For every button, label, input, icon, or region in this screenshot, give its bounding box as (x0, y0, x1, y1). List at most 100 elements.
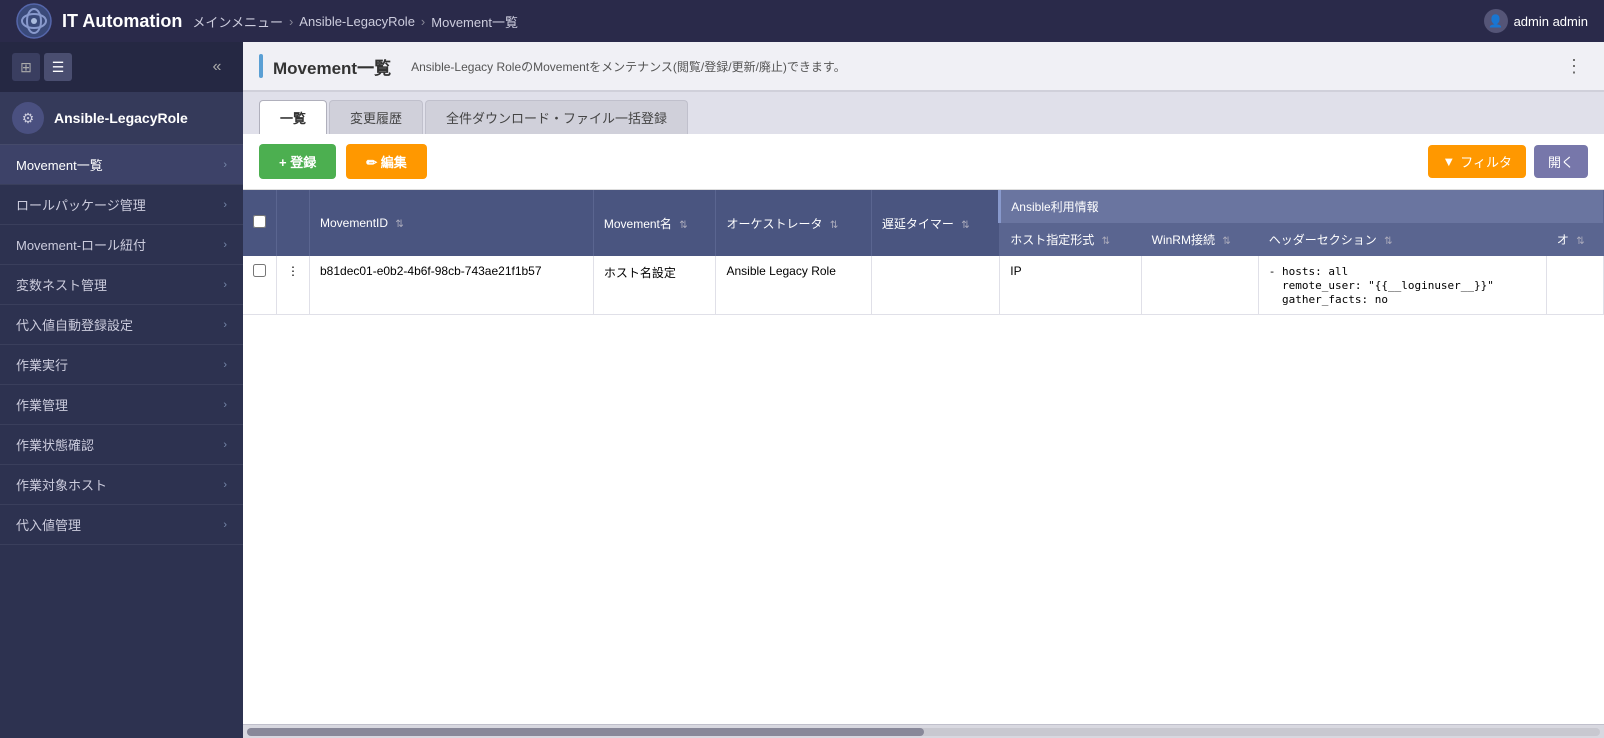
horizontal-scrollbar[interactable] (243, 724, 1604, 738)
col-header-delay-timer[interactable]: 遅延タイマー ⇅ (871, 190, 999, 256)
scrollbar-thumb[interactable] (247, 728, 924, 736)
page-desc: Ansible-Legacy RoleのMovementをメンテナンス(閲覧/登… (411, 58, 846, 75)
sidebar-item-label-3: 変数ネスト管理 (16, 275, 107, 294)
filter-button[interactable]: ▼ フィルタ (1428, 145, 1526, 178)
row-menu-icon-0[interactable]: ⋮ (287, 264, 299, 278)
sidebar-item-label-6: 作業管理 (16, 395, 68, 414)
sidebar-item-input-value[interactable]: 代入値管理 › (0, 505, 243, 545)
sidebar-item-label-9: 代入値管理 (16, 515, 81, 534)
user-name: admin admin (1514, 14, 1588, 29)
table-body: ⋮ b81dec01-e0b2-4b6f-98cb-743ae21f1b57 ホ… (243, 256, 1604, 315)
col-label-extra: オ (1557, 233, 1569, 247)
chevron-right-icon-7: › (223, 439, 227, 451)
sidebar-item-auto-reg[interactable]: 代入値自動登録設定 › (0, 305, 243, 345)
col-header-movement-name[interactable]: Movement名 ⇅ (593, 190, 716, 256)
sidebar-item-movement-role[interactable]: Movement-ロール紐付 › (0, 225, 243, 265)
sidebar-section-header: ⚙ Ansible-LegacyRole (0, 92, 243, 145)
cell-host-format-0: IP (1000, 256, 1141, 315)
select-all-checkbox[interactable] (253, 215, 266, 228)
action-bar-right: ▼ フィルタ 開く (1428, 145, 1588, 178)
sidebar: ⊞ ☰ « ⚙ Ansible-LegacyRole Movement一覧 › … (0, 42, 243, 738)
toolbar-menu-btn[interactable]: ⋮ (1560, 52, 1588, 80)
header-left: IT Automation メインメニュー › Ansible-LegacyRo… (16, 3, 518, 39)
table-row: ⋮ b81dec01-e0b2-4b6f-98cb-743ae21f1b57 ホ… (243, 256, 1604, 315)
tab-history-label: 変更履歴 (350, 111, 402, 126)
sort-icon-movement-id: ⇅ (395, 219, 403, 230)
table-header-row-1: MovementID ⇅ Movement名 ⇅ オーケストレータ ⇅ 遅延 (243, 190, 1604, 223)
sort-icon-winrm: ⇅ (1222, 236, 1230, 247)
sidebar-item-label-1: ロールパッケージ管理 (16, 195, 146, 214)
sort-icon-extra: ⇅ (1576, 236, 1584, 247)
sidebar-item-label-0: Movement一覧 (16, 155, 103, 174)
tab-download-label: 全件ダウンロード・ファイル一括登録 (446, 111, 667, 126)
chevron-right-icon-2: › (223, 239, 227, 251)
data-table: MovementID ⇅ Movement名 ⇅ オーケストレータ ⇅ 遅延 (243, 190, 1604, 315)
value-movement-name-0: ホスト名設定 (604, 266, 676, 280)
col-label-movement-id: MovementID (320, 216, 388, 230)
sidebar-item-var-nest[interactable]: 変数ネスト管理 › (0, 265, 243, 305)
open-button[interactable]: 開く (1534, 145, 1588, 178)
user-area[interactable]: 👤 admin admin (1484, 9, 1588, 33)
sidebar-grid-btn[interactable]: ⊞ (12, 53, 40, 81)
sidebar-item-role-package[interactable]: ロールパッケージ管理 › (0, 185, 243, 225)
sidebar-list-btn[interactable]: ☰ (44, 53, 72, 81)
main-layout: ⊞ ☰ « ⚙ Ansible-LegacyRole Movement一覧 › … (0, 42, 1604, 738)
sort-icon-header-section: ⇅ (1384, 236, 1392, 247)
sidebar-item-label-4: 代入値自動登録設定 (16, 315, 133, 334)
tab-list-label: 一覧 (280, 111, 306, 126)
app-header: IT Automation メインメニュー › Ansible-LegacyRo… (0, 0, 1604, 42)
cell-winrm-0 (1141, 256, 1258, 315)
chevron-right-icon-1: › (223, 199, 227, 211)
cell-header-section-0: - hosts: all remote_user: "{{__loginuser… (1258, 256, 1546, 315)
col-header-extra[interactable]: オ ⇅ (1546, 223, 1603, 256)
sidebar-toggle-btns: ⊞ ☰ (12, 53, 72, 81)
sidebar-header: ⊞ ☰ « (0, 42, 243, 92)
sidebar-item-work-mgmt[interactable]: 作業管理 › (0, 385, 243, 425)
col-label-header-section: ヘッダーセクション (1269, 233, 1377, 247)
action-bar: + 登録 ✏ 編集 ▼ フィルタ 開く (243, 134, 1604, 190)
scrollbar-track[interactable] (247, 728, 1600, 736)
row-check-0[interactable] (243, 256, 277, 315)
sidebar-item-work-exec[interactable]: 作業実行 › (0, 345, 243, 385)
row-checkbox-0[interactable] (253, 264, 266, 277)
col-header-host-format[interactable]: ホスト指定形式 ⇅ (1000, 223, 1141, 256)
col-header-check (243, 190, 277, 256)
chevron-right-icon-9: › (223, 519, 227, 531)
breadcrumb-item-main[interactable]: メインメニュー (192, 12, 283, 31)
sidebar-item-label-2: Movement-ロール紐付 (16, 235, 146, 254)
breadcrumb: メインメニュー › Ansible-LegacyRole › Movement一… (192, 12, 518, 31)
col-label-delay-timer: 遅延タイマー (882, 217, 954, 231)
sidebar-item-work-host[interactable]: 作業対象ホスト › (0, 465, 243, 505)
edit-button[interactable]: ✏ 編集 (346, 144, 427, 179)
col-label-orchestrator: オーケストレータ (726, 217, 822, 231)
breadcrumb-item-ansible[interactable]: Ansible-LegacyRole (299, 14, 415, 29)
tab-history[interactable]: 変更履歴 (329, 100, 423, 134)
cell-movement-id-0: b81dec01-e0b2-4b6f-98cb-743ae21f1b57 (310, 256, 594, 315)
col-header-menu (277, 190, 310, 256)
data-table-container[interactable]: MovementID ⇅ Movement名 ⇅ オーケストレータ ⇅ 遅延 (243, 190, 1604, 724)
col-header-movement-id[interactable]: MovementID ⇅ (310, 190, 594, 256)
breadcrumb-item-movement: Movement一覧 (431, 12, 518, 31)
chevron-right-icon-5: › (223, 359, 227, 371)
sort-icon-host-format: ⇅ (1102, 236, 1110, 247)
main-content: Movement一覧 Ansible-Legacy RoleのMovementを… (243, 42, 1604, 738)
sidebar-collapse-btn[interactable]: « (203, 53, 231, 81)
tab-list[interactable]: 一覧 (259, 100, 327, 134)
tab-download[interactable]: 全件ダウンロード・ファイル一括登録 (425, 100, 688, 134)
action-bar-left: + 登録 ✏ 編集 (259, 144, 427, 179)
chevron-right-icon-0: › (223, 159, 227, 171)
sidebar-item-work-status[interactable]: 作業状態確認 › (0, 425, 243, 465)
chevron-right-icon-4: › (223, 319, 227, 331)
cell-movement-name-0: ホスト名設定 (593, 256, 716, 315)
filter-label: フィルタ (1460, 152, 1512, 171)
sidebar-item-movement-list[interactable]: Movement一覧 › (0, 145, 243, 185)
row-menu-0[interactable]: ⋮ (277, 256, 310, 315)
col-header-winrm[interactable]: WinRM接続 ⇅ (1141, 223, 1258, 256)
breadcrumb-sep-1: › (289, 14, 293, 29)
register-button[interactable]: + 登録 (259, 144, 336, 179)
value-orchestrator-0: Ansible Legacy Role (726, 264, 835, 278)
col-header-header-section[interactable]: ヘッダーセクション ⇅ (1258, 223, 1546, 256)
breadcrumb-sep-2: › (421, 14, 425, 29)
col-header-orchestrator[interactable]: オーケストレータ ⇅ (716, 190, 871, 256)
cell-delay-timer-0 (871, 256, 999, 315)
